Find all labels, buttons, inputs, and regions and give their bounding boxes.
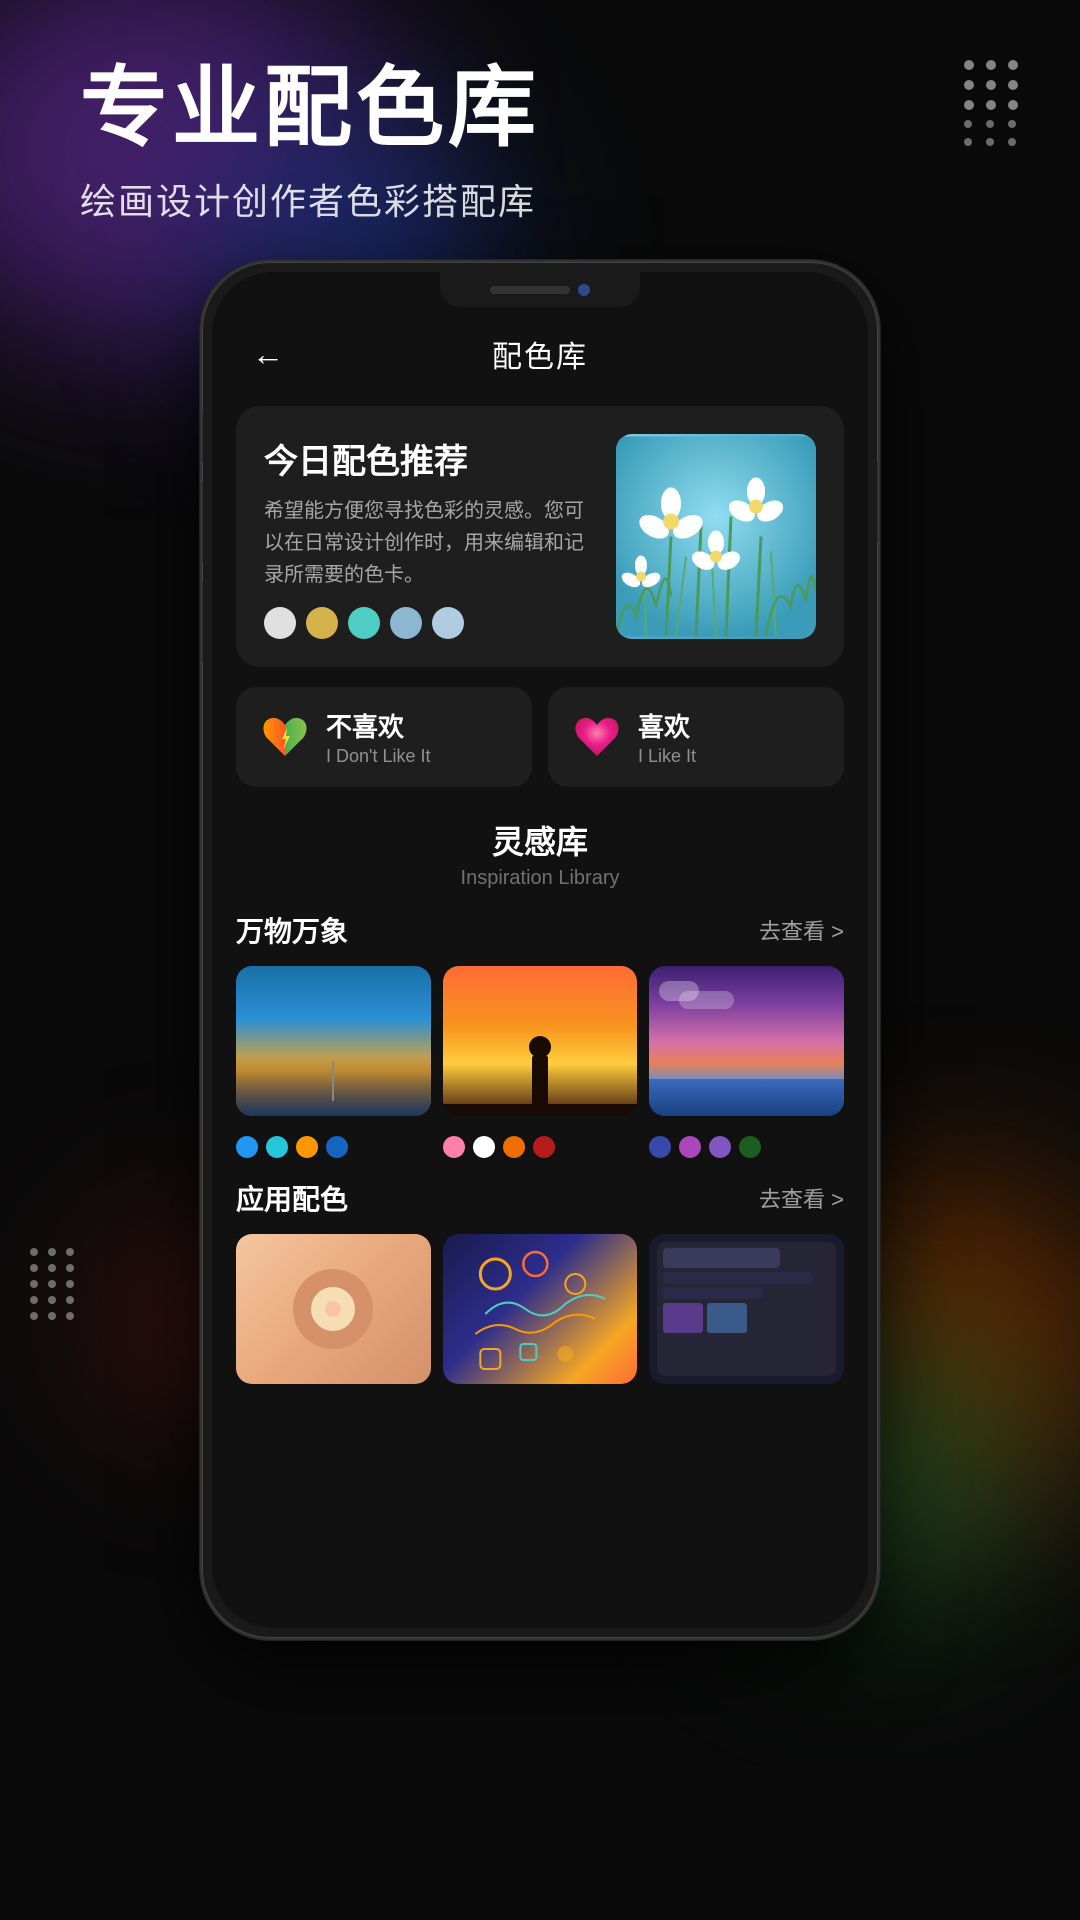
color-swatch-4 [390,607,422,639]
color-swatch-5 [432,607,464,639]
like-icon [572,712,622,762]
gallery-dots-2 [443,1136,638,1158]
like-card[interactable]: 喜欢 I Like It [548,687,844,787]
gallery-item-3[interactable] [649,966,844,1116]
dot [679,1136,701,1158]
dot [296,1136,318,1158]
header-section: 专业配色库 绘画设计创作者色彩搭配库 [80,60,920,225]
phone-button-volume-up [200,482,203,562]
inspiration-title-cn: 灵感库 [236,817,844,863]
like-label-en: I Like It [638,746,696,767]
dot [739,1136,761,1158]
dot [533,1136,555,1158]
notch-speaker [490,286,570,294]
phone-notch [440,272,640,307]
today-color-card: 今日配色推荐 希望能方便您寻找色彩的灵感。您可以在日常设计创作时，用来编辑和记录… [236,406,844,667]
dislike-card[interactable]: 不喜欢 I Don't Like It [236,687,532,787]
page-title: 专业配色库 [80,60,920,157]
dislike-texts: 不喜欢 I Don't Like It [326,707,430,767]
phone-screen: ← 配色库 今日配色推荐 希望能方便您寻找色彩的灵感。您可以在日常设计创作时，用… [212,272,868,1628]
gallery-section-2: 应用配色 去查看 > [236,1178,844,1384]
color-swatch-2 [306,607,338,639]
dot [443,1136,465,1158]
gallery-section-1-title: 万物万象 [236,910,348,950]
inspiration-title-en: Inspiration Library [236,867,844,890]
dislike-icon [260,712,310,762]
gallery-section-1-link[interactable]: 去查看 > [759,914,844,946]
page-subtitle: 绘画设计创作者色彩搭配库 [80,173,920,225]
app-header: ← 配色库 [212,312,868,396]
gallery-section-2-title: 应用配色 [236,1178,348,1218]
gallery-item-4[interactable] [236,1234,431,1384]
app-screen-title: 配色库 [492,332,588,376]
phone-button-silent [200,412,203,462]
decoration-dots-top-right [964,60,1020,146]
dot [503,1136,525,1158]
action-row: 不喜欢 I Don't Like It [236,687,844,787]
phone-button-volume-down [200,582,203,662]
gallery-item-2[interactable] [443,966,638,1116]
color-swatch-3 [348,607,380,639]
like-texts: 喜欢 I Like It [638,707,696,767]
dot [649,1136,671,1158]
dot [473,1136,495,1158]
gallery-section-2-header: 应用配色 去查看 > [236,1178,844,1218]
gallery-link-text: 去查看 > [759,914,844,946]
dot [326,1136,348,1158]
gallery-item-1[interactable] [236,966,431,1116]
notch-camera [578,284,590,296]
gallery-dots-3 [649,1136,844,1158]
gallery-section-2-link[interactable]: 去查看 > [759,1182,844,1214]
dot [236,1136,258,1158]
phone-shell: ← 配色库 今日配色推荐 希望能方便您寻找色彩的灵感。您可以在日常设计创作时，用… [200,260,880,1640]
gallery-section-1: 万物万象 去查看 > [236,910,844,1158]
gallery-item-6[interactable] [649,1234,844,1384]
like-label-cn: 喜欢 [638,707,696,744]
today-card-title: 今日配色推荐 [264,434,596,483]
gallery-grid-2 [236,1234,844,1384]
app-content: ← 配色库 今日配色推荐 希望能方便您寻找色彩的灵感。您可以在日常设计创作时，用… [212,272,868,1628]
inspiration-section-header: 灵感库 Inspiration Library [212,807,868,894]
decoration-dots-bottom-left [30,1248,76,1320]
donut-decoration [293,1269,373,1349]
gallery-dots-1 [236,1136,431,1158]
color-swatch-1 [264,607,296,639]
gallery-section-1-header: 万物万象 去查看 > [236,910,844,950]
today-card-image [616,434,816,639]
dot [266,1136,288,1158]
gallery-item-5[interactable] [443,1234,638,1384]
gallery-color-dots-row [236,1126,844,1158]
dislike-label-cn: 不喜欢 [326,707,430,744]
dislike-label-en: I Don't Like It [326,746,430,767]
phone-button-power [877,462,880,542]
today-card-left: 今日配色推荐 希望能方便您寻找色彩的灵感。您可以在日常设计创作时，用来编辑和记录… [264,434,596,639]
gallery-grid-1 [236,966,844,1116]
back-button[interactable]: ← [252,336,284,373]
today-card-description: 希望能方便您寻找色彩的灵感。您可以在日常设计创作时，用来编辑和记录所需要的色卡。 [264,495,596,591]
today-color-swatches [264,607,596,639]
flower-illustration [616,434,816,639]
phone-mockup: ← 配色库 今日配色推荐 希望能方便您寻找色彩的灵感。您可以在日常设计创作时，用… [200,260,880,1640]
gallery-link-text-2: 去查看 > [759,1182,844,1214]
dot [709,1136,731,1158]
